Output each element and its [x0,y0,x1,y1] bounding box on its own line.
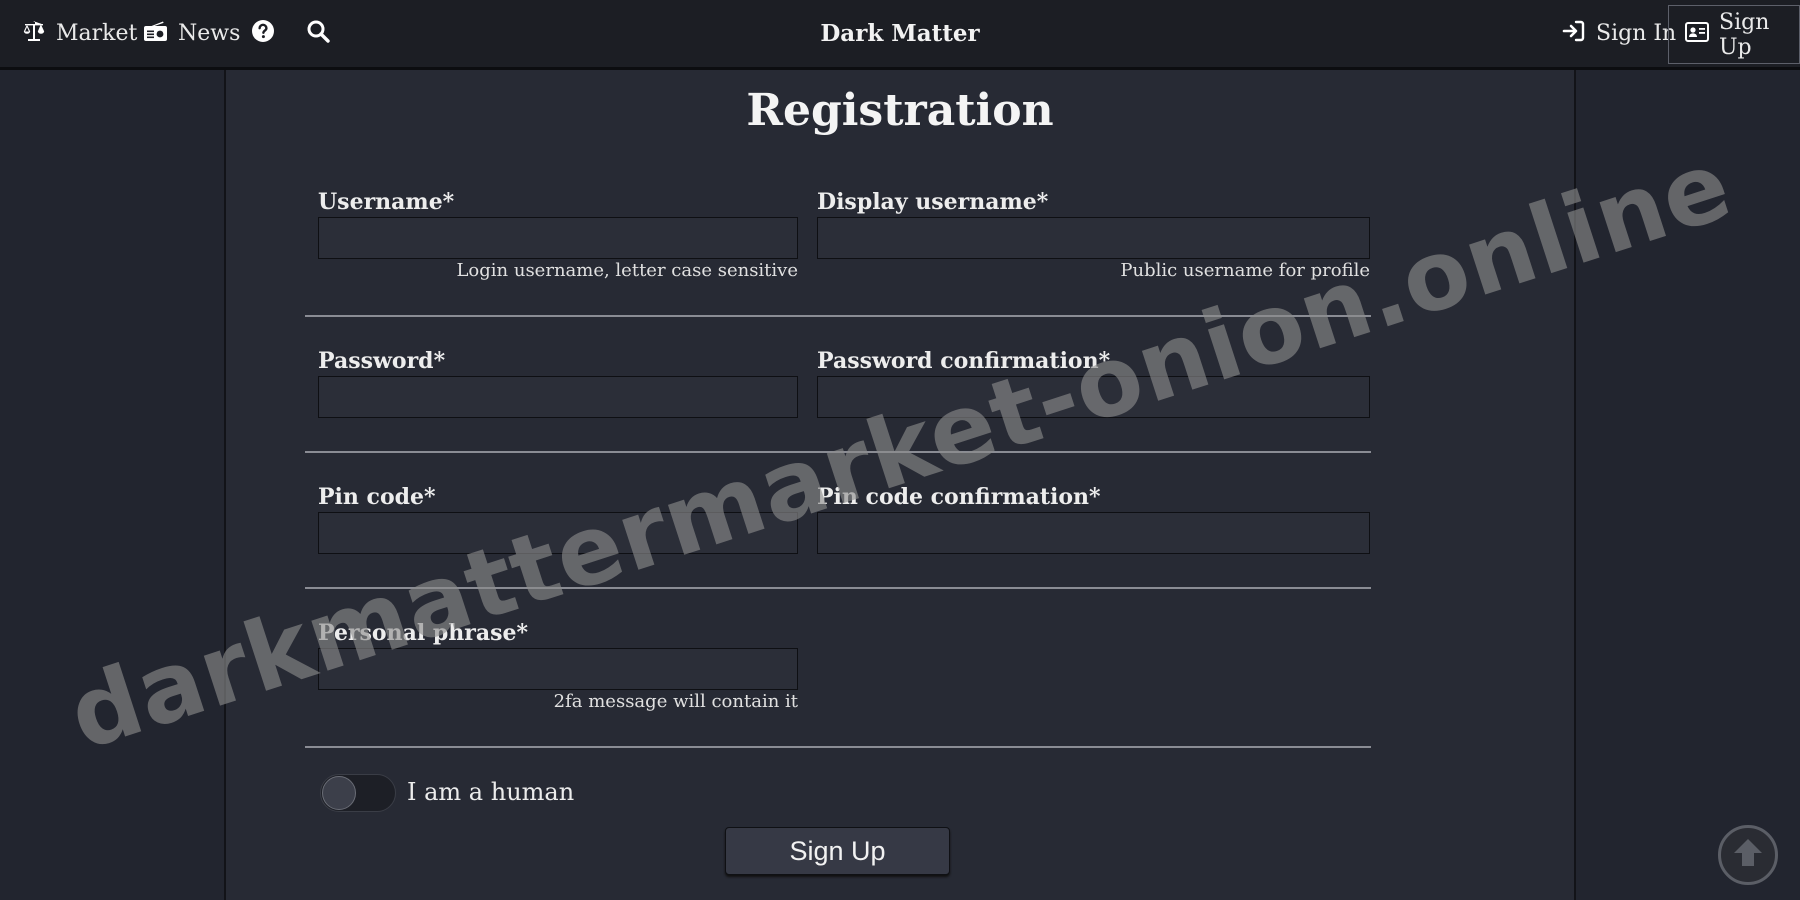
nav-news[interactable]: News [143,0,240,67]
arrow-up-icon [1731,836,1765,874]
pin-input[interactable] [318,512,798,554]
sign-in-icon [1562,19,1586,49]
nav-sign-in-label: Sign In [1596,21,1677,46]
nav-market[interactable]: Market [22,0,137,67]
username-input[interactable] [318,217,798,259]
personal-phrase-label: Personal phrase* [318,620,528,646]
personal-phrase-hint: 2fa message will contain it [553,691,798,712]
personal-phrase-input[interactable] [318,648,798,690]
question-circle-icon [251,19,275,49]
search-button[interactable] [306,0,330,67]
pin-confirmation-input[interactable] [817,512,1370,554]
pin-confirmation-label: Pin code confirmation* [817,484,1101,510]
radio-icon [143,19,168,49]
nav-news-label: News [178,21,241,46]
nav-sign-in[interactable]: Sign In [1562,0,1676,67]
display-username-hint: Public username for profile [1120,260,1370,281]
divider [305,451,1371,453]
scroll-to-top-button[interactable] [1718,825,1778,885]
nav-sign-up[interactable]: Sign Up [1668,5,1800,64]
scales-icon [22,19,46,49]
password-confirmation-input[interactable] [817,376,1370,418]
pin-label: Pin code* [318,484,436,510]
username-hint: Login username, letter case sensitive [456,260,798,281]
nav-market-label: Market [56,21,138,46]
human-toggle-label: I am a human [407,778,575,806]
sign-up-button[interactable]: Sign Up [725,827,950,875]
search-icon [306,19,330,49]
human-toggle[interactable] [320,774,396,812]
password-input[interactable] [318,376,798,418]
password-confirmation-label: Password confirmation* [817,348,1111,374]
divider [305,315,1371,317]
divider [305,746,1371,748]
toggle-knob [322,776,356,810]
display-username-input[interactable] [817,217,1370,259]
help-button[interactable] [251,0,275,67]
id-card-icon [1685,21,1709,49]
top-navbar: Market News Dark Matter Sign In Sign Up [0,0,1800,70]
divider [305,587,1371,589]
page-title: Registration [746,85,1054,136]
username-label: Username* [318,189,455,215]
display-username-label: Display username* [817,189,1049,215]
password-label: Password* [318,348,446,374]
nav-sign-up-label: Sign Up [1719,9,1770,60]
